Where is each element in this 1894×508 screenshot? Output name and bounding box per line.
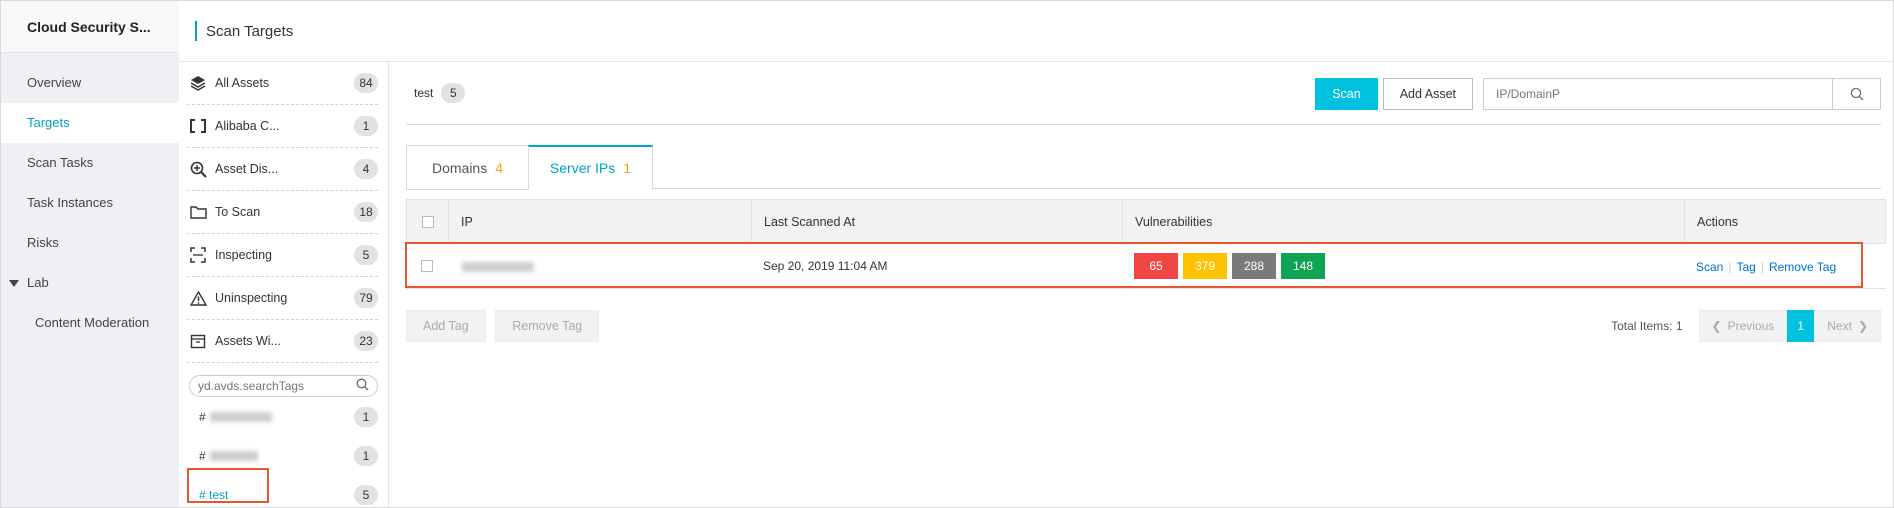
redacted-tag-label <box>209 451 258 462</box>
warning-icon <box>189 289 207 307</box>
folder-icon <box>189 203 207 221</box>
tag-prefix: # <box>199 448 206 463</box>
category-label: Asset Dis... <box>215 162 279 176</box>
column-header-ip[interactable]: IP <box>449 200 752 243</box>
select-all-cell <box>407 200 449 243</box>
count-badge: 1 <box>354 116 378 136</box>
redacted-tag-label <box>209 412 272 423</box>
count-badge: 1 <box>354 445 378 466</box>
nav-group-lab-label: Lab <box>27 275 49 290</box>
highlight-box-tag <box>187 468 269 503</box>
category-label: Alibaba C... <box>215 119 280 133</box>
tab-domains[interactable]: Domains 4 <box>406 145 529 190</box>
asset-search-input[interactable] <box>1483 78 1833 110</box>
category-uninspecting[interactable]: Uninspecting 79 <box>187 277 378 320</box>
next-page-button[interactable]: Next ❯ <box>1814 310 1881 342</box>
layers-icon <box>189 74 207 92</box>
tag-name: # <box>199 449 354 463</box>
tab-label: Domains <box>431 159 488 176</box>
count-badge: 79 <box>354 288 378 308</box>
asset-type-tabs: Domains 4 Server IPs 1 <box>406 145 1881 190</box>
pagination: Total Items: 1 ❮ Previous 1 Next ❯ <box>1611 310 1881 342</box>
category-label: All Assets <box>215 76 270 90</box>
count-badge: 18 <box>354 202 378 222</box>
caret-down-icon <box>9 280 19 288</box>
toolbar: test 5 Scan Add Asset <box>406 62 1881 125</box>
app-window: Cloud Security S... Overview Targets Sca… <box>0 0 1894 508</box>
table-header: IP Last Scanned At Vulnerabilities Actio… <box>406 199 1886 244</box>
nav-item-overview[interactable]: Overview <box>1 63 179 103</box>
search-icon[interactable] <box>356 378 369 394</box>
chevron-right-icon: ❯ <box>1857 319 1868 333</box>
selected-tag-name: test <box>414 86 434 100</box>
count-badge: 5 <box>354 484 378 505</box>
tag-search-input[interactable] <box>198 379 356 393</box>
nav-item-task-instances[interactable]: Task Instances <box>1 183 179 223</box>
page-title: Scan Targets <box>206 22 294 40</box>
scan-frame-icon <box>189 246 207 264</box>
category-to-scan[interactable]: To Scan 18 <box>187 191 378 234</box>
total-items: Total Items: 1 <box>1611 319 1683 333</box>
category-label: Inspecting <box>215 248 272 262</box>
bracket-frame-icon <box>189 117 207 135</box>
tab-server-ips[interactable]: Server IPs 1 <box>528 145 653 190</box>
select-all-checkbox[interactable] <box>421 215 434 228</box>
count-badge: 23 <box>354 331 378 351</box>
asset-search <box>1483 78 1881 110</box>
tab-label: Server IPs <box>549 160 616 176</box>
column-header-vulnerabilities[interactable]: Vulnerabilities <box>1123 200 1685 243</box>
tag-search-box[interactable] <box>189 375 378 397</box>
add-asset-button[interactable]: Add Asset <box>1382 78 1473 110</box>
category-alibaba-cloud[interactable]: Alibaba C... 1 <box>187 105 378 148</box>
zoom-in-icon <box>189 160 207 178</box>
remove-tag-button[interactable]: Remove Tag <box>495 310 600 342</box>
page-1-button[interactable]: 1 <box>1787 310 1815 342</box>
category-inspecting[interactable]: Inspecting 5 <box>187 234 378 277</box>
tab-count: 4 <box>495 159 504 176</box>
tab-count: 1 <box>623 160 632 176</box>
tag-item[interactable]: # 1 <box>187 397 378 436</box>
count-badge: 84 <box>354 73 378 93</box>
title-accent-bar <box>195 21 197 41</box>
search-button[interactable] <box>1833 78 1881 110</box>
count-badge: 4 <box>354 159 378 179</box>
chevron-left-icon: ❮ <box>1711 319 1722 333</box>
search-icon <box>1850 87 1864 101</box>
scan-button[interactable]: Scan <box>1315 78 1378 110</box>
nav-item-content-moderation[interactable]: Content Moderation <box>1 303 179 343</box>
count-badge: 1 <box>354 406 378 427</box>
nav-list: Overview Targets Scan Tasks Task Instanc… <box>1 53 179 343</box>
column-header-last-scanned[interactable]: Last Scanned At <box>752 200 1123 243</box>
category-label: Uninspecting <box>215 291 288 305</box>
archive-icon <box>189 332 207 350</box>
category-asset-discovery[interactable]: Asset Dis... 4 <box>187 148 378 191</box>
table-footer: Add Tag Remove Tag Total Items: 1 ❮ Previ… <box>406 310 1881 342</box>
column-header-actions: Actions <box>1697 214 1738 229</box>
product-brand: Cloud Security S... <box>1 1 179 53</box>
category-all-assets[interactable]: All Assets 84 <box>187 62 378 105</box>
nav-group-lab[interactable]: Lab <box>1 263 179 303</box>
previous-page-button[interactable]: ❮ Previous <box>1698 310 1788 342</box>
category-label: To Scan <box>215 205 261 219</box>
nav-item-risks[interactable]: Risks <box>1 223 179 263</box>
nav-item-targets[interactable]: Targets <box>1 103 179 143</box>
asset-category-sidebar: All Assets 84 Alibaba C... 1 Asset Dis..… <box>179 62 389 508</box>
tag-name: # <box>199 410 354 424</box>
highlight-box-row <box>405 242 1863 288</box>
count-badge: 5 <box>354 245 378 265</box>
tag-prefix: # <box>199 409 206 424</box>
category-assets-with[interactable]: Assets Wi... 23 <box>187 320 378 363</box>
left-navigation: Cloud Security S... Overview Targets Sca… <box>1 1 179 507</box>
toolbar-actions: Scan Add Asset <box>1315 78 1881 110</box>
page-header: Scan Targets <box>179 1 1893 62</box>
previous-label: Previous <box>1727 319 1775 333</box>
nav-item-scan-tasks[interactable]: Scan Tasks <box>1 143 179 183</box>
next-label: Next <box>1827 319 1852 333</box>
add-tag-button[interactable]: Add Tag <box>406 310 486 342</box>
selected-tag-count: 5 <box>441 83 466 103</box>
category-label: Assets Wi... <box>215 334 281 348</box>
